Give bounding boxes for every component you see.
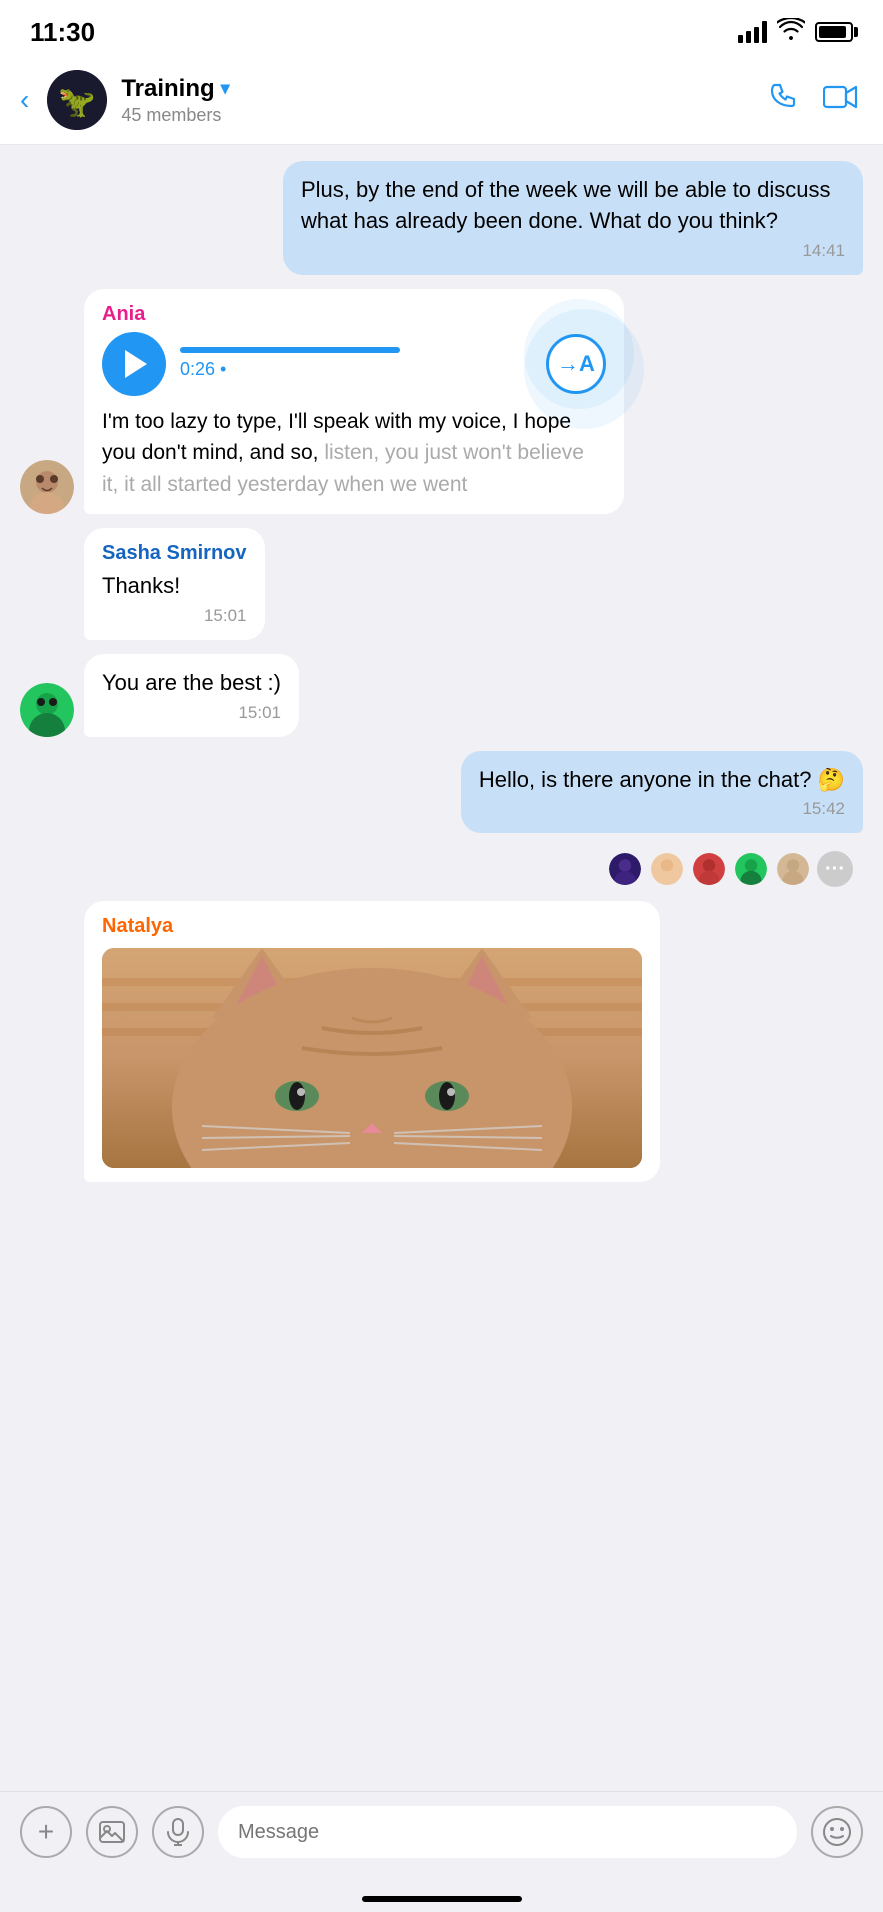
sender-name: Ania [102,303,606,326]
voice-waveform [180,347,400,353]
message-text: Hello, is there anyone in the chat? 🤔 [479,765,845,796]
group-name: Training ▾ [121,75,755,103]
outgoing-message-bubble: Plus, by the end of the week we will be … [283,161,863,275]
voice-duration: 0:26 • [180,359,532,380]
status-bar: 11:30 [0,0,883,60]
mic-icon [166,1818,190,1846]
message-input[interactable] [218,1806,797,1858]
emoji-icon [822,1817,852,1847]
plus-icon: + [38,1816,54,1848]
svg-text:🦖: 🦖 [59,86,96,119]
message-text: You are the best :) [102,668,281,699]
viewer-avatar [607,851,643,887]
message-row: Natalya [20,901,863,1182]
message-row: Ania 0:26 • →A I'm too lazy to type, I'l… [20,289,863,515]
status-time: 11:30 [30,17,95,48]
play-icon [125,350,147,378]
incoming-message-bubble: Sasha Smirnov Thanks! 15:01 [84,528,265,640]
image-message-bubble: Natalya [84,901,660,1182]
translate-button[interactable]: →A [546,334,606,394]
video-call-button[interactable] [823,83,859,118]
back-button[interactable]: ‹ [20,84,29,116]
group-info[interactable]: Training ▾ 45 members [121,75,755,126]
message-text: Thanks! [102,571,247,602]
image-picker-button[interactable] [86,1806,138,1858]
voice-message-player[interactable]: 0:26 • →A [102,332,606,396]
sender-avatar [20,683,74,737]
viewer-avatar [733,851,769,887]
status-icons [738,18,853,46]
outgoing-message-bubble: Hello, is there anyone in the chat? 🤔 15… [461,751,863,834]
sender-name: Natalya [102,915,642,938]
add-attachment-button[interactable]: + [20,1806,72,1858]
message-time: 14:41 [301,241,845,261]
group-members-count: 45 members [121,105,755,126]
emoji-button[interactable] [811,1806,863,1858]
sender-avatar [20,460,74,514]
viewer-avatar [649,851,685,887]
call-button[interactable] [769,81,801,120]
chat-header: ‹ 🦖 Training ▾ 45 members [0,60,883,145]
input-bar: + [0,1791,883,1872]
voice-message-bubble: Ania 0:26 • →A I'm too lazy to type, I'l… [84,289,624,515]
battery-icon [815,22,853,42]
viewers-more-button[interactable]: ··· [817,851,853,887]
message-text: Plus, by the end of the week we will be … [301,175,845,237]
signal-bars-icon [738,21,767,43]
image-icon [98,1818,126,1846]
header-actions [769,81,859,120]
incoming-message-bubble: You are the best :) 15:01 [84,654,299,737]
message-row: Sasha Smirnov Thanks! 15:01 [20,528,863,640]
play-button[interactable] [102,332,166,396]
home-indicator [362,1896,522,1902]
message-row: You are the best :) 15:01 [20,654,863,737]
message-viewers: ··· [20,851,853,887]
wifi-icon [777,18,805,46]
message-row: Plus, by the end of the week we will be … [20,161,863,275]
chat-area: Plus, by the end of the week we will be … [0,145,883,1302]
viewer-avatar [691,851,727,887]
group-avatar: 🦖 [47,70,107,130]
message-time: 15:01 [102,703,281,723]
message-time: 15:42 [479,799,845,819]
group-dropdown-icon: ▾ [221,78,230,99]
message-row: Hello, is there anyone in the chat? 🤔 15… [20,751,863,834]
voice-transcript: I'm too lazy to type, I'll speak with my… [102,406,606,501]
cat-image [102,948,642,1168]
message-time: 15:01 [102,606,247,626]
sender-name: Sasha Smirnov [102,542,247,565]
voice-info: 0:26 • [180,347,532,380]
microphone-button[interactable] [152,1806,204,1858]
viewer-avatar [775,851,811,887]
